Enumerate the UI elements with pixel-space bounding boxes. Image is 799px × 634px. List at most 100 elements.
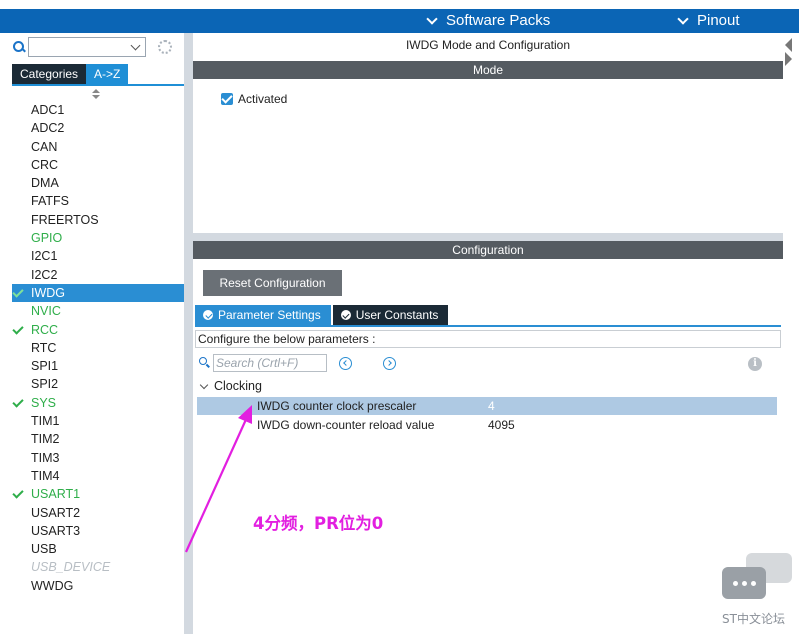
sidebar-tabs: Categories A->Z	[12, 64, 129, 84]
sidebar-item-label: DMA	[31, 176, 59, 191]
watermark: ST中文论坛	[722, 612, 785, 626]
sidebar-item-dma[interactable]: DMA	[12, 174, 184, 192]
tab-categories[interactable]: Categories	[12, 64, 87, 84]
sidebar-item-label: CAN	[31, 139, 58, 154]
expand-right-icon[interactable]	[785, 52, 792, 66]
sidebar-item-i2c2[interactable]: I2C2	[12, 266, 184, 284]
check-circle-icon	[340, 310, 351, 320]
sidebar-item-label: NVIC	[31, 304, 61, 319]
parameter-filter-row: Search (Crtl+F)	[199, 354, 396, 372]
search-icon	[199, 357, 211, 369]
tab-underline	[12, 84, 184, 86]
sort-icon[interactable]	[92, 89, 100, 99]
parameter-value[interactable]: 4095	[488, 416, 515, 434]
check-icon	[12, 322, 24, 335]
search-icon	[12, 40, 26, 54]
sidebar-item-spi2[interactable]: SPI2	[12, 375, 184, 393]
sidebar-item-rtc[interactable]: RTC	[12, 339, 184, 357]
previous-match-icon[interactable]	[339, 356, 352, 370]
sidebar-item-adc2[interactable]: ADC2	[12, 119, 184, 137]
tab-parameter-settings-label: Parameter Settings	[218, 308, 321, 322]
sidebar-item-tim2[interactable]: TIM2	[12, 430, 184, 448]
sidebar-item-label: FATFS	[31, 194, 69, 209]
sidebar-search-row	[12, 37, 180, 57]
next-match-icon[interactable]	[383, 356, 396, 370]
sidebar-item-label: TIM4	[31, 468, 60, 483]
sidebar-item-fatfs[interactable]: FATFS	[12, 192, 184, 210]
annotation-text: 4分频，PR位为0	[253, 514, 384, 533]
sidebar-item-label: FREERTOS	[31, 212, 99, 227]
sidebar-item-usb[interactable]: USB	[12, 540, 184, 558]
sidebar-item-tim1[interactable]: TIM1	[12, 412, 184, 430]
mode-area: Activated	[193, 79, 783, 233]
checkbox-checked-icon[interactable]	[221, 93, 233, 105]
tab-parameter-settings[interactable]: Parameter Settings	[195, 305, 331, 325]
sidebar-item-label: USART1	[31, 487, 81, 502]
gear-icon[interactable]	[158, 40, 172, 54]
sidebar-item-label: ADC1	[31, 103, 65, 117]
sidebar-item-label: USART2	[31, 505, 81, 520]
sidebar-splitter[interactable]	[184, 33, 193, 634]
parameter-row-reload[interactable]: IWDG down-counter reload value 4095	[197, 416, 777, 434]
sidebar-item-tim3[interactable]: TIM3	[12, 449, 184, 467]
sidebar-search-input[interactable]	[28, 37, 146, 57]
sidebar-item-freertos[interactable]: FREERTOS	[12, 211, 184, 229]
parameter-row-prescaler[interactable]: IWDG counter clock prescaler 4	[197, 397, 777, 415]
tab-a-to-z[interactable]: A->Z	[86, 64, 129, 84]
check-icon	[12, 487, 24, 499]
sidebar-item-label: USART3	[31, 523, 81, 538]
activated-checkbox[interactable]: Activated	[221, 92, 287, 106]
pinout-menu[interactable]: Pinout	[677, 9, 740, 33]
check-icon	[12, 286, 24, 298]
info-icon[interactable]: i	[748, 357, 762, 371]
pinout-label: Pinout	[697, 12, 740, 29]
tab-user-constants-label: User Constants	[355, 308, 439, 322]
collapse-left-icon[interactable]	[785, 38, 792, 52]
sidebar-item-label: TIM2	[31, 432, 60, 447]
sidebar-item-label: I2C2	[31, 267, 58, 282]
panel-divider[interactable]	[193, 233, 783, 241]
reset-configuration-button[interactable]: Reset Configuration	[203, 270, 342, 296]
top-toolbar: Software Packs Pinout	[0, 0, 799, 33]
parameter-search-input[interactable]: Search (Crtl+F)	[213, 354, 327, 372]
sidebar-item-adc1[interactable]: ADC1	[12, 101, 184, 119]
sidebar-item-usart3[interactable]: USART3	[12, 522, 184, 540]
parameter-name: IWDG down-counter reload value	[257, 418, 435, 432]
sidebar-item-i2c1[interactable]: I2C1	[12, 247, 184, 265]
sidebar-item-label: RTC	[31, 340, 57, 355]
chevron-down-icon	[199, 380, 209, 389]
sidebar-item-usart1[interactable]: USART1	[12, 485, 184, 503]
sidebar-item-nvic[interactable]: NVIC	[12, 302, 184, 320]
clocking-group[interactable]: Clocking	[199, 379, 262, 393]
sidebar-item-gpio[interactable]: GPIO	[12, 229, 184, 247]
sidebar-item-iwdg[interactable]: IWDG	[12, 283, 184, 303]
sidebar-item-tim4[interactable]: TIM4	[12, 467, 184, 485]
configuration-tabs: Parameter Settings User Constants	[195, 305, 449, 325]
clocking-group-label: Clocking	[214, 379, 262, 393]
sidebar-item-label: USB	[31, 542, 57, 557]
sidebar-item-wwdg[interactable]: WWDG	[12, 577, 184, 595]
sidebar-item-label: SPI1	[31, 359, 59, 374]
chevron-down-icon[interactable]	[130, 40, 141, 51]
sidebar-item-can[interactable]: CAN	[12, 138, 184, 156]
sidebar-item-label: I2C1	[31, 249, 58, 264]
sidebar-item-label: SYS	[31, 395, 57, 410]
sidebar-item-label: TIM3	[31, 450, 60, 465]
tab-user-constants[interactable]: User Constants	[332, 305, 449, 325]
parameter-name: IWDG counter clock prescaler	[257, 399, 417, 413]
top-bar-left-strip	[0, 9, 193, 33]
sidebar-item-label: IWDG	[31, 285, 66, 300]
sidebar-item-spi1[interactable]: SPI1	[12, 357, 184, 375]
sidebar-item-rcc[interactable]: RCC	[12, 321, 184, 339]
sidebar-item-sys[interactable]: SYS	[12, 394, 184, 412]
configuration-panel: IWDG Mode and Configuration Mode Activat…	[193, 33, 783, 634]
software-packs-menu[interactable]: Software Packs	[426, 9, 551, 33]
check-circle-icon	[203, 310, 213, 320]
sidebar-item-crc[interactable]: CRC	[12, 156, 184, 174]
configure-hint: Configure the below parameters :	[195, 330, 781, 348]
sidebar-item-label: USB_DEVICE	[31, 560, 111, 575]
chat-icon[interactable]	[720, 553, 792, 603]
sidebar-item-usart2[interactable]: USART2	[12, 504, 184, 522]
parameter-value[interactable]: 4	[488, 397, 495, 415]
software-packs-label: Software Packs	[446, 12, 551, 29]
